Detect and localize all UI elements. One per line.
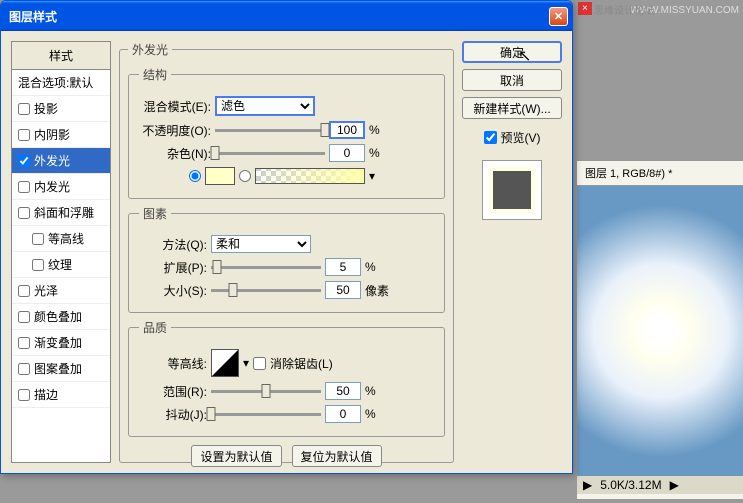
contour-dropdown-icon[interactable]: ▾ [243,356,249,370]
inner-glow-checkbox[interactable] [18,181,30,193]
noise-label: 杂色(N): [139,145,211,162]
drop-shadow-checkbox[interactable] [18,103,30,115]
dialog-buttons: 确定 取消 新建样式(W)... 预览(V) [462,41,562,463]
range-input[interactable] [325,382,361,400]
jitter-input[interactable] [325,405,361,423]
size-label: 大小(S): [139,282,207,299]
technique-select[interactable]: 柔和 [211,235,311,253]
preview-label: 预览(V) [501,129,541,146]
dialog-titlebar[interactable]: 图层样式 ✕ [1,1,572,31]
spread-input[interactable] [325,258,361,276]
antialias-checkbox[interactable] [253,357,266,370]
style-inner-shadow[interactable]: 内阴影 [12,122,110,148]
noise-slider[interactable] [215,152,325,155]
cancel-button[interactable]: 取消 [462,69,562,91]
texture-checkbox[interactable] [32,259,44,271]
color-overlay-checkbox[interactable] [18,311,30,323]
gradient-overlay-checkbox[interactable] [18,337,30,349]
style-pattern-overlay[interactable]: 图案叠加 [12,356,110,382]
outer-glow-checkbox[interactable] [18,155,30,167]
jitter-slider[interactable] [211,413,321,416]
ok-button[interactable]: 确定 [462,41,562,63]
reset-default-button[interactable]: 复位为默认值 [292,445,382,467]
styles-header[interactable]: 样式 [12,42,110,70]
settings-panel: 外发光 结构 混合模式(E): 滤色 不透明度(O): % 杂色(N): [119,41,454,463]
size-slider[interactable] [211,289,321,292]
document-tab[interactable]: 图层 1, RGB/8#) * [577,161,743,186]
opacity-input[interactable] [329,121,365,139]
bevel-emboss-checkbox[interactable] [18,207,30,219]
inner-shadow-checkbox[interactable] [18,129,30,141]
color-radio[interactable] [189,170,201,182]
document-canvas[interactable] [577,186,743,476]
style-color-overlay[interactable]: 颜色叠加 [12,304,110,330]
structure-group: 结构 混合模式(E): 滤色 不透明度(O): % 杂色(N): [128,66,445,199]
contour-swatch[interactable] [211,349,239,377]
style-gradient-overlay[interactable]: 渐变叠加 [12,330,110,356]
close-icon[interactable]: ✕ [549,7,568,26]
background-document-window: 图层 1, RGB/8#) * ▶5.0K/3.12M▶ [576,160,743,500]
new-style-button[interactable]: 新建样式(W)... [462,97,562,119]
pattern-overlay-checkbox[interactable] [18,363,30,375]
style-stroke[interactable]: 描边 [12,382,110,408]
size-input[interactable] [325,281,361,299]
dialog-title: 图层样式 [9,8,549,25]
styles-list: 样式 混合选项:默认 投影 内阴影 外发光 内发光 斜面和浮雕 等高线 纹理 光… [11,41,111,463]
spread-slider[interactable] [211,266,321,269]
gradient-preview[interactable] [255,168,365,184]
blend-mode-select[interactable]: 滤色 [215,96,315,116]
style-inner-glow[interactable]: 内发光 [12,174,110,200]
range-label: 范围(R): [139,383,207,400]
contour-label: 等高线: [139,355,207,372]
contour-checkbox[interactable] [32,233,44,245]
gradient-dropdown-icon[interactable]: ▾ [369,169,375,183]
style-drop-shadow[interactable]: 投影 [12,96,110,122]
elements-group: 图素 方法(Q): 柔和 扩展(P): % 大小(S): [128,205,445,313]
technique-label: 方法(Q): [139,236,207,253]
range-slider[interactable] [211,390,321,393]
style-outer-glow[interactable]: 外发光 [12,148,110,174]
blend-mode-label: 混合模式(E): [139,98,211,115]
style-bevel-emboss[interactable]: 斜面和浮雕 [12,200,110,226]
preview-checkbox[interactable] [484,131,497,144]
blending-options-item[interactable]: 混合选项:默认 [12,70,110,96]
site-logo-x: × [578,2,592,15]
quality-group: 品质 等高线: ▾ 消除锯齿(L) 范围(R): % [128,319,445,437]
stroke-checkbox[interactable] [18,389,30,401]
opacity-slider[interactable] [215,129,325,132]
panel-title: 外发光 [128,41,172,58]
make-default-button[interactable]: 设置为默认值 [191,445,281,467]
document-statusbar: ▶5.0K/3.12M▶ [577,476,743,494]
antialias-label: 消除锯齿(L) [270,355,333,372]
color-swatch[interactable] [205,167,235,185]
opacity-label: 不透明度(O): [139,122,211,139]
style-texture[interactable]: 纹理 [12,252,110,278]
preview-thumbnail [493,171,531,209]
preview-box [482,160,542,220]
gradient-radio[interactable] [239,170,251,182]
layer-style-dialog: 图层样式 ✕ 样式 混合选项:默认 投影 内阴影 外发光 内发光 斜面和浮雕 等… [0,0,573,474]
style-contour[interactable]: 等高线 [12,226,110,252]
jitter-label: 抖动(J): [139,406,207,423]
satin-checkbox[interactable] [18,285,30,297]
style-satin[interactable]: 光泽 [12,278,110,304]
noise-input[interactable] [329,144,365,162]
site-logo-text: 思缘设计论坛 [594,2,654,17]
spread-label: 扩展(P): [139,259,207,276]
